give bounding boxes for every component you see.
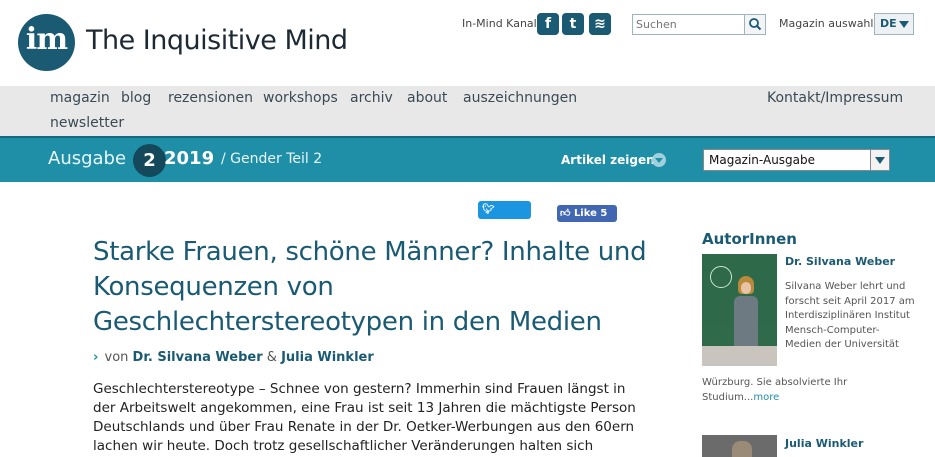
sidebar-author-bio-weber-cont: Würzburg. Sie absolvierte Ihr Studium...… — [702, 376, 917, 405]
nav-item-blog[interactable]: blog — [121, 90, 151, 106]
search-input[interactable] — [633, 15, 745, 34]
article-lead: Geschlechterstereotype – Schnee von gest… — [93, 381, 636, 454]
issue-bar: Ausgabe 2 2019 / Gender Teil 2 Artikel z… — [0, 136, 935, 182]
issue-number-badge: 2 — [133, 144, 166, 177]
like-label: Like 5 — [573, 208, 608, 219]
like-button[interactable]: 👍︎ Like 5 — [557, 205, 617, 222]
more-link[interactable]: more — [753, 392, 779, 403]
chevron-down-icon — [899, 21, 909, 28]
author-photo-winkler[interactable] — [702, 435, 777, 457]
nav-item-archiv[interactable]: archiv — [350, 90, 393, 106]
issue-select-value: Magazin-Ausgabe — [709, 153, 816, 167]
sidebar-author-name-winkler[interactable]: Julia Winkler — [785, 437, 863, 450]
nav-item-rezensionen[interactable]: rezensionen — [168, 90, 253, 106]
nav-item-magazin[interactable]: magazin — [50, 90, 110, 106]
tweet-label: Tweet — [482, 222, 516, 233]
tweet-button[interactable]: 🐦︎ Tweet — [478, 201, 531, 233]
search-icon — [749, 18, 762, 31]
issue-year: 2019 — [164, 148, 215, 169]
logo-text: im — [25, 22, 68, 57]
main-nav: magazin blog rezensionen workshops archi… — [0, 86, 935, 136]
nav-item-contact[interactable]: Kontakt/Impressum — [767, 90, 903, 106]
photo-chalk-drawing — [710, 266, 732, 288]
dropdown-arrow-icon — [870, 150, 889, 170]
language-select[interactable]: DE — [874, 13, 914, 35]
twitter-bird-icon: 🐦︎ — [482, 204, 495, 215]
search-button[interactable] — [744, 15, 765, 34]
byline-label: von — [104, 350, 129, 365]
rss-icon[interactable]: ≋ — [589, 13, 611, 35]
sidebar-author-name-weber[interactable]: Dr. Silvana Weber — [785, 255, 895, 268]
nav-item-newsletter[interactable]: newsletter — [50, 115, 124, 131]
author-photo-weber[interactable] — [702, 254, 777, 366]
photo-floor — [702, 346, 777, 366]
photo-person-head — [732, 441, 752, 457]
author-link-weber[interactable]: Dr. Silvana Weber — [133, 350, 263, 365]
sidebar-author-bio-weber: Silvana Weber lehrt und forscht seit Apr… — [785, 281, 915, 350]
nav-item-about[interactable]: about — [407, 90, 447, 106]
magazin-select-label: Magazin auswahlen — [779, 17, 888, 30]
photo-face — [741, 282, 751, 294]
search-box — [632, 14, 766, 35]
issue-topic[interactable]: / Gender Teil 2 — [221, 151, 322, 167]
byline-amp: & — [266, 350, 277, 365]
article-title: Starke Frauen, schöne Männer? Inhalte un… — [93, 237, 647, 337]
chevron-down-icon[interactable] — [652, 153, 666, 167]
site-logo[interactable]: im — [18, 14, 75, 71]
article-byline: › von Dr. Silvana Weber & Julia Winkler — [93, 350, 374, 365]
facebook-icon[interactable]: f — [537, 13, 559, 35]
nav-item-auszeichnungen[interactable]: auszeichnungen — [463, 90, 577, 106]
show-articles-toggle[interactable]: Artikel zeigen — [561, 153, 655, 167]
thumbs-up-icon: 👍︎ — [560, 208, 571, 219]
site-title[interactable]: The Inquisitive Mind — [86, 25, 348, 56]
author-link-winkler[interactable]: Julia Winkler — [281, 350, 374, 365]
language-value: DE — [880, 17, 897, 30]
chevron-right-icon: › — [93, 350, 99, 365]
site-header: im The Inquisitive Mind In-Mind Kanale f… — [0, 0, 935, 86]
issue-label: Ausgabe — [48, 148, 127, 169]
twitter-icon[interactable]: t — [562, 13, 584, 35]
nav-item-workshops[interactable]: workshops — [263, 90, 338, 106]
channels-label: In-Mind Kanale — [462, 17, 544, 30]
sidebar-heading: AutorInnen — [702, 230, 797, 248]
issue-select[interactable]: Magazin-Ausgabe — [703, 149, 890, 171]
